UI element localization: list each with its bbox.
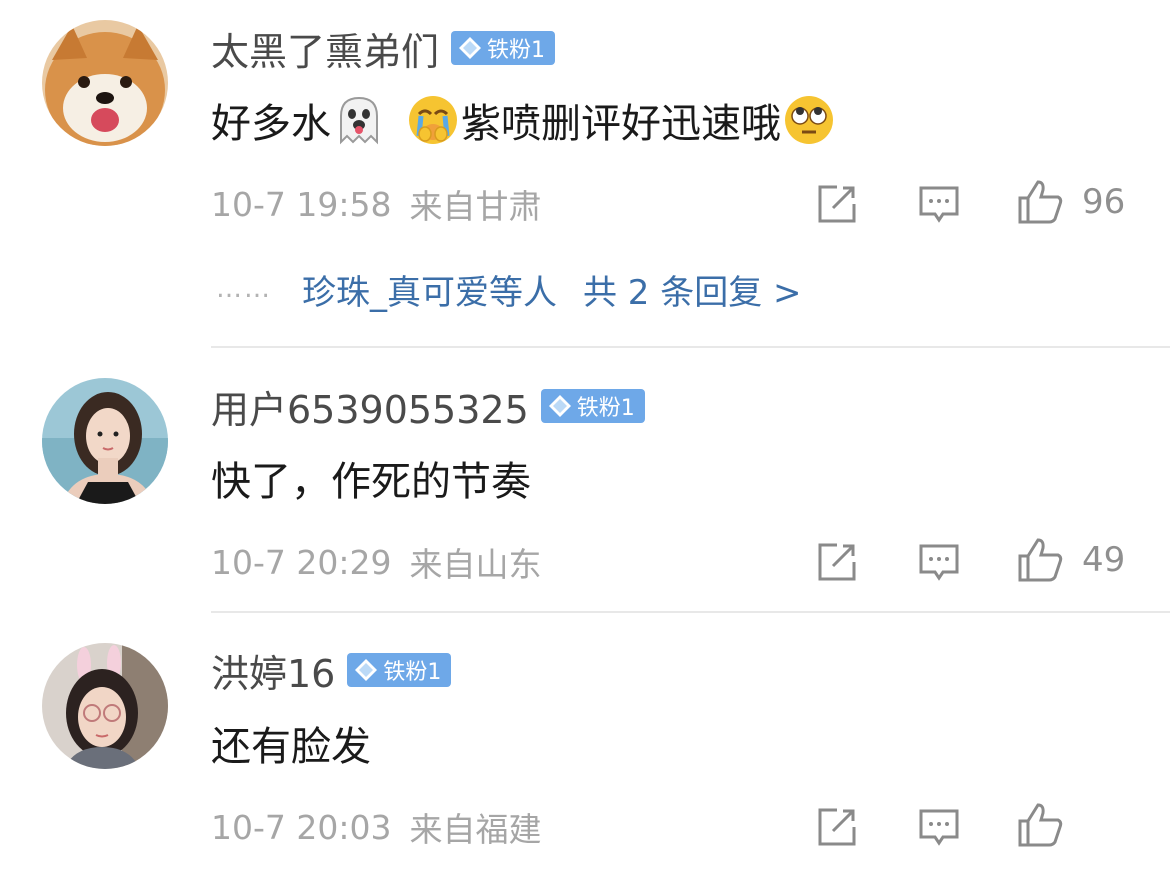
badge-label: 铁粉1 xyxy=(487,38,546,63)
diamond-icon xyxy=(548,395,571,417)
comment-meta: 10-7 20:29 来自山东 xyxy=(211,540,542,585)
share-icon xyxy=(818,185,856,223)
timestamp: 10-7 20:29 xyxy=(211,542,392,582)
fan-badge[interactable]: 铁粉1 xyxy=(451,31,556,65)
timestamp: 10-7 20:03 xyxy=(211,807,392,847)
comment-text: 快了，作死的节奏 xyxy=(211,459,531,505)
replies-dots: …… xyxy=(216,274,272,304)
avatar[interactable] xyxy=(42,643,168,769)
share-button[interactable] xyxy=(815,180,859,228)
reply-users-link[interactable]: 珍珠_真可爱等人 xyxy=(302,265,557,314)
share-button[interactable] xyxy=(815,538,859,586)
share-icon xyxy=(818,543,856,581)
reply-total-link[interactable]: 共 2 条回复 > xyxy=(583,265,802,314)
comment-icon xyxy=(919,544,959,581)
comment-text: 好多水 紫喷删评好迅速哦 xyxy=(211,92,837,148)
share-icon xyxy=(818,808,856,846)
diamond-icon xyxy=(355,659,378,681)
comment-text-part: 紫喷删评好迅速哦 xyxy=(461,101,781,147)
like-icon xyxy=(1018,180,1063,224)
comment-button[interactable] xyxy=(917,803,961,851)
like-count: 96 xyxy=(1082,182,1126,222)
comment-button[interactable] xyxy=(917,538,961,586)
dog-avatar-image xyxy=(42,20,168,146)
fan-badge[interactable]: 铁粉1 xyxy=(347,653,452,687)
share-button[interactable] xyxy=(815,803,859,851)
like-button[interactable]: 49 xyxy=(1016,536,1125,584)
like-icon xyxy=(1018,538,1063,582)
username[interactable]: 用户6539055325 xyxy=(211,379,529,434)
avatar[interactable] xyxy=(42,378,168,504)
username[interactable]: 洪婷16 xyxy=(211,643,335,698)
location: 来自甘肃 xyxy=(409,187,542,226)
comment-meta: 10-7 19:58 来自甘肃 xyxy=(211,182,542,227)
replies-summary[interactable]: …… 珍珠_真可爱等人 共 2 条回复 > xyxy=(216,265,802,313)
badge-label: 铁粉1 xyxy=(576,396,635,421)
timestamp: 10-7 19:58 xyxy=(211,184,392,224)
location: 来自山东 xyxy=(409,545,542,584)
comment-icon xyxy=(919,186,959,223)
ghost-tongue-emoji xyxy=(340,96,378,145)
girl-avatar-image xyxy=(42,643,168,769)
comment-text: 还有脸发 xyxy=(211,724,371,770)
like-button[interactable] xyxy=(1016,801,1064,849)
eye-roll-emoji xyxy=(785,96,833,144)
like-icon xyxy=(1018,803,1063,847)
like-button[interactable]: 96 xyxy=(1016,178,1125,226)
username[interactable]: 太黑了熏弟们 xyxy=(211,21,439,76)
username-row: 太黑了熏弟们 铁粉1 xyxy=(211,24,556,74)
crying-face-emoji xyxy=(409,96,457,144)
diamond-icon xyxy=(459,37,482,59)
comment-icon xyxy=(919,809,959,846)
like-count: 49 xyxy=(1082,540,1126,580)
username-row: 洪婷16 铁粉1 xyxy=(211,646,452,696)
badge-label: 铁粉1 xyxy=(383,660,442,685)
location: 来自福建 xyxy=(409,810,542,849)
avatar[interactable] xyxy=(42,20,168,146)
comment-text-part: 好多水 xyxy=(211,101,331,147)
divider xyxy=(211,346,1170,348)
comment-meta: 10-7 20:03 来自福建 xyxy=(211,805,542,850)
fan-badge[interactable]: 铁粉1 xyxy=(540,389,645,423)
comment-button[interactable] xyxy=(917,180,961,228)
divider xyxy=(211,611,1170,613)
username-row: 用户6539055325 铁粉1 xyxy=(211,382,645,432)
woman-avatar-image xyxy=(42,378,168,504)
